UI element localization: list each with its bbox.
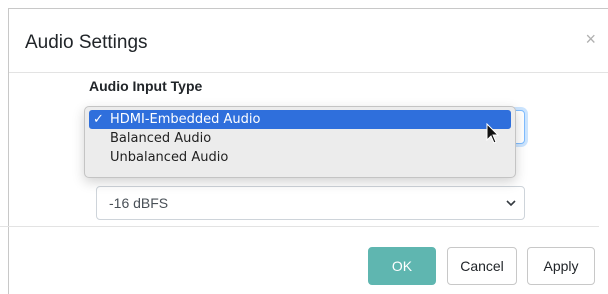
audio-level-select[interactable]: -16 dBFS <box>96 186 525 220</box>
cancel-button[interactable]: Cancel <box>447 247 517 285</box>
ok-button[interactable]: OK <box>368 247 436 285</box>
option-hdmi-embedded-audio[interactable]: ✓ HDMI-Embedded Audio <box>89 110 511 129</box>
option-label: Unbalanced Audio <box>110 150 229 165</box>
mouse-pointer-icon <box>486 123 500 144</box>
modal-footer-divider <box>0 226 599 227</box>
modal-title: Audio Settings <box>25 32 148 53</box>
audio-input-type-dropdown: ✓ HDMI-Embedded Audio Balanced Audio Unb… <box>84 106 516 178</box>
modal-header: Audio Settings × <box>9 9 608 73</box>
option-balanced-audio[interactable]: Balanced Audio <box>89 129 511 148</box>
option-label: Balanced Audio <box>110 131 212 146</box>
audio-level-value: -16 dBFS <box>109 195 169 211</box>
apply-button[interactable]: Apply <box>527 247 595 285</box>
audio-input-type-label: Audio Input Type <box>89 78 203 94</box>
chevron-down-icon <box>506 200 516 207</box>
option-unbalanced-audio[interactable]: Unbalanced Audio <box>89 148 511 167</box>
option-label: HDMI-Embedded Audio <box>110 112 261 127</box>
check-icon: ✓ <box>93 112 104 127</box>
close-icon[interactable]: × <box>585 29 596 50</box>
